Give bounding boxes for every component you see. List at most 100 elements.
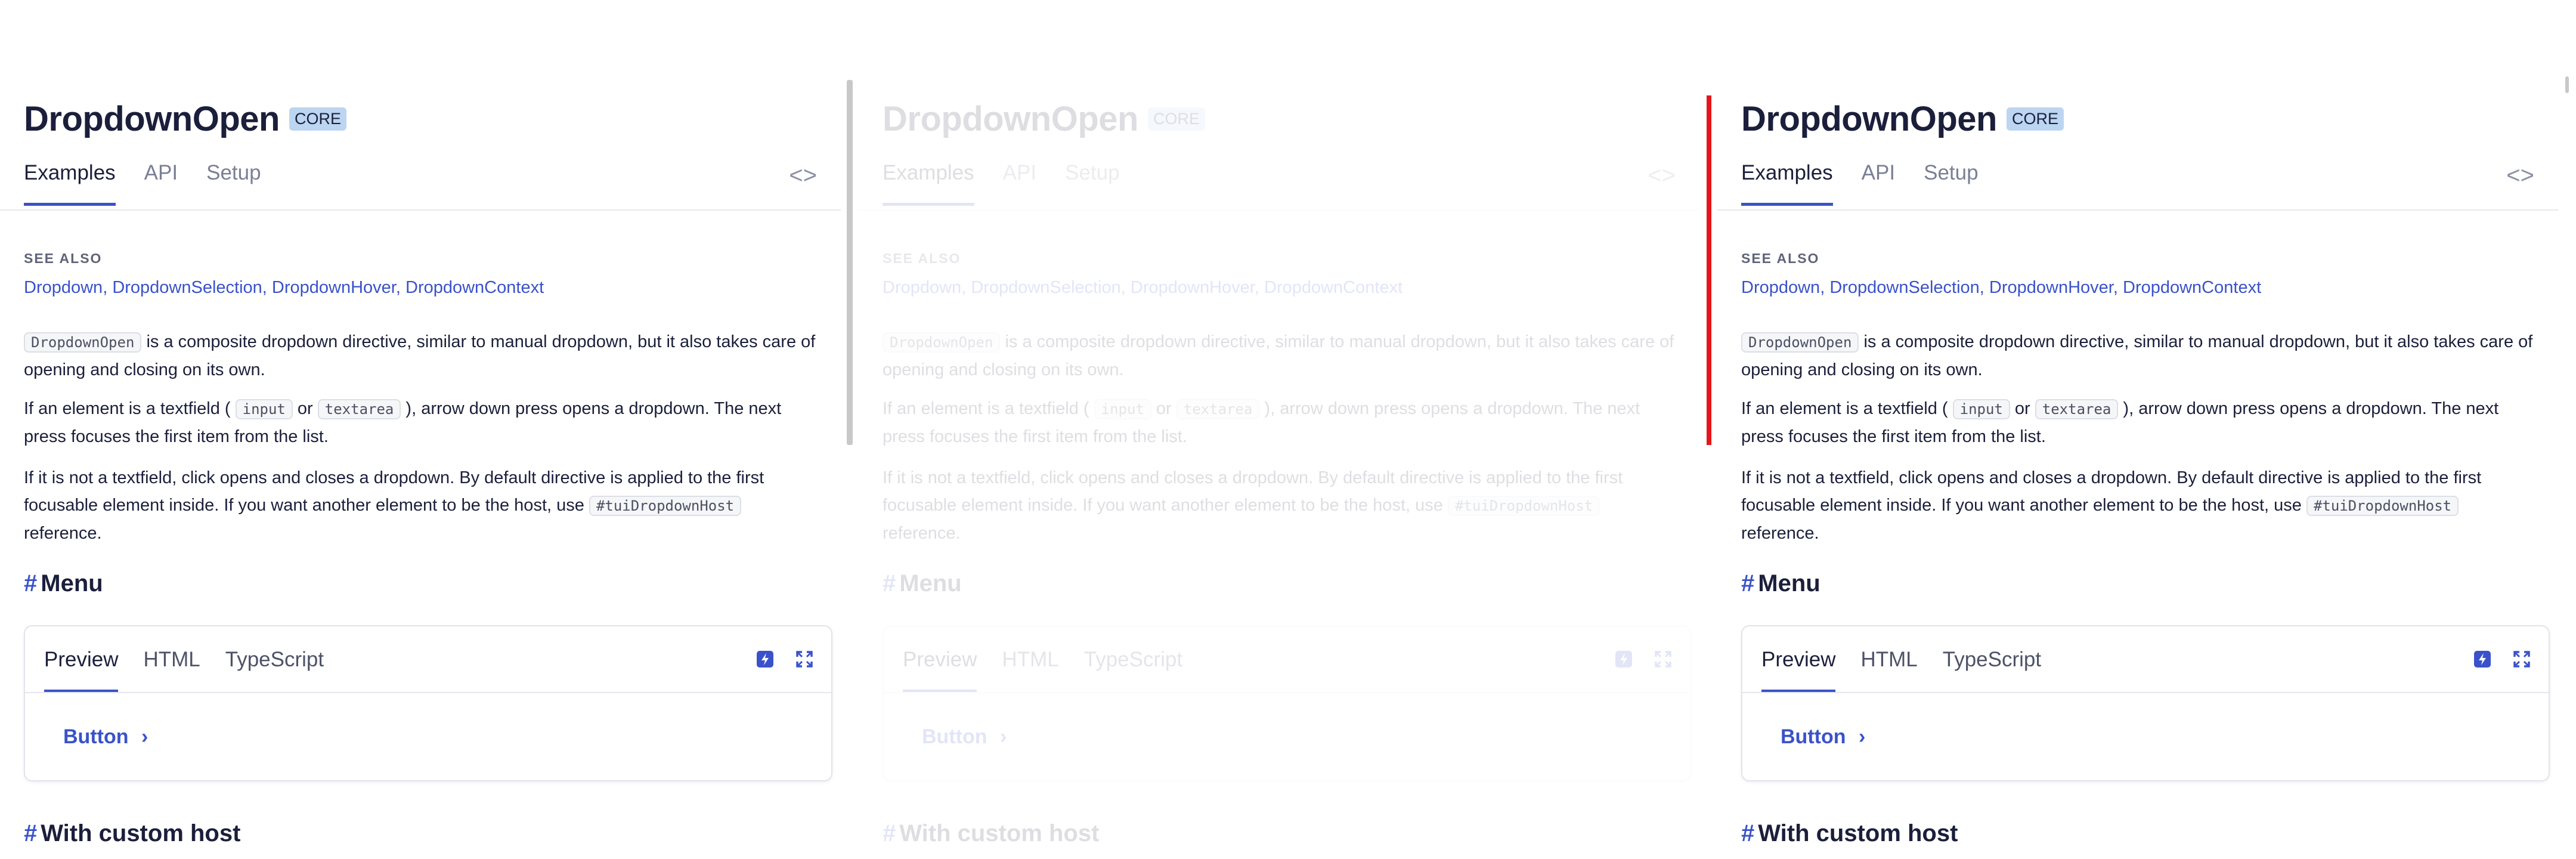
core-badge: CORE: [1147, 107, 1205, 131]
doc-panel-right: DropdownOpen CORE Examples API Setup <> …: [1717, 0, 2558, 859]
link-dropdown[interactable]: Dropdown: [883, 278, 961, 297]
code-toggle-icon[interactable]: <>: [789, 162, 817, 189]
anchor-link[interactable]: #: [883, 820, 896, 846]
see-also-links: Dropdown, DropdownSelection, DropdownHov…: [24, 278, 544, 297]
demo-tabs-divider: [884, 692, 1690, 693]
code-dropdown-host: #tuiDropdownHost: [1447, 496, 1600, 516]
link-dropdown-selection[interactable]: DropdownSelection: [1829, 278, 1979, 297]
link-dropdown[interactable]: Dropdown: [24, 278, 103, 297]
tab-setup[interactable]: Setup: [1065, 161, 1119, 206]
expand-icon[interactable]: [2513, 650, 2531, 668]
lightning-icon[interactable]: [1615, 650, 1633, 668]
tab-setup[interactable]: Setup: [206, 161, 261, 206]
demo-card: Preview HTML TypeScript Button ›: [1741, 625, 2550, 781]
code-dropdown-host: #tuiDropdownHost: [2306, 496, 2459, 516]
section-menu-heading: # Menu: [1741, 570, 1820, 597]
section-custom-host-heading: # With custom host: [1741, 820, 1958, 846]
demo-tabs: Preview HTML TypeScript: [44, 648, 324, 693]
see-also-label: SEE ALSO: [883, 251, 961, 266]
demo-dropdown-button[interactable]: Button ›: [63, 725, 148, 749]
anchor-link[interactable]: #: [1741, 570, 1754, 597]
chevron-right-icon: ›: [141, 725, 148, 748]
description-paragraph-3: If it is not a textfield, click opens an…: [883, 468, 1623, 543]
tab-api[interactable]: API: [1003, 161, 1036, 206]
demo-tabs: Preview HTML TypeScript: [903, 648, 1182, 693]
tab-typescript[interactable]: TypeScript: [1943, 648, 2041, 693]
demo-dropdown-button[interactable]: Button ›: [1781, 725, 1865, 749]
doc-panel-left: DropdownOpen CORE Examples API Setup <> …: [0, 0, 841, 859]
code-toggle-icon[interactable]: <>: [1648, 162, 1676, 189]
section-custom-host-heading: # With custom host: [883, 820, 1100, 846]
chevron-right-icon: ›: [999, 725, 1007, 748]
page-title: DropdownOpen: [1741, 100, 1997, 138]
tabs-divider: [0, 209, 841, 211]
demo-tabs-divider: [25, 692, 831, 693]
demo-card: Preview HTML TypeScript Button ›: [883, 625, 1691, 781]
tab-examples[interactable]: Examples: [883, 161, 974, 206]
tab-typescript[interactable]: TypeScript: [1084, 648, 1182, 693]
lightning-icon[interactable]: [756, 650, 774, 668]
tab-examples[interactable]: Examples: [24, 161, 116, 206]
link-dropdown-selection[interactable]: DropdownSelection: [971, 278, 1120, 297]
core-badge: CORE: [2006, 107, 2064, 131]
page-header: DropdownOpen CORE: [24, 99, 346, 139]
see-also-links: Dropdown, DropdownSelection, DropdownHov…: [1741, 278, 2262, 297]
page-header: DropdownOpen CORE: [1741, 99, 2064, 139]
anchor-link[interactable]: #: [24, 820, 37, 846]
see-also-label: SEE ALSO: [1741, 251, 1820, 266]
demo-tabs-divider: [1742, 692, 2549, 693]
code-textarea: textarea: [317, 399, 401, 419]
tab-preview[interactable]: Preview: [903, 648, 977, 693]
focus-indicator-bar: [1707, 95, 1711, 445]
doc-panel-middle-faded: DropdownOpen CORE Examples API Setup <> …: [859, 0, 1699, 859]
link-dropdown-context[interactable]: DropdownContext: [2123, 278, 2261, 297]
expand-icon[interactable]: [1654, 650, 1672, 668]
code-dropdown-open: DropdownOpen: [883, 332, 1001, 353]
code-dropdown-host: #tuiDropdownHost: [589, 496, 742, 516]
anchor-link[interactable]: #: [883, 570, 896, 597]
code-input: input: [1952, 399, 2010, 419]
section-menu-heading: # Menu: [883, 570, 962, 597]
link-dropdown-selection[interactable]: DropdownSelection: [112, 278, 262, 297]
page-title: DropdownOpen: [24, 100, 280, 138]
tab-typescript[interactable]: TypeScript: [225, 648, 324, 693]
tab-html[interactable]: HTML: [1002, 648, 1058, 693]
tab-api[interactable]: API: [144, 161, 178, 206]
description-paragraph-2: If an element is a textfield ( input or …: [1741, 399, 2499, 446]
tab-html[interactable]: HTML: [143, 648, 200, 693]
code-textarea: textarea: [2035, 399, 2119, 419]
tab-api[interactable]: API: [1862, 161, 1895, 206]
anchor-link[interactable]: #: [1741, 820, 1754, 846]
link-dropdown[interactable]: Dropdown: [1741, 278, 1820, 297]
tabs-divider: [859, 209, 1699, 211]
code-dropdown-open: DropdownOpen: [1741, 332, 1859, 353]
code-textarea: textarea: [1176, 399, 1260, 419]
link-dropdown-hover[interactable]: DropdownHover: [272, 278, 396, 297]
code-toggle-icon[interactable]: <>: [2506, 162, 2534, 189]
code-input: input: [235, 399, 293, 419]
description-paragraph-2: If an element is a textfield ( input or …: [24, 399, 782, 446]
page-tabs: Examples API Setup: [24, 161, 261, 206]
demo-dropdown-button[interactable]: Button ›: [922, 725, 1007, 749]
expand-icon[interactable]: [795, 650, 813, 668]
link-dropdown-hover[interactable]: DropdownHover: [1131, 278, 1255, 297]
code-input: input: [1094, 399, 1151, 419]
lightning-icon[interactable]: [2473, 650, 2491, 668]
tab-examples[interactable]: Examples: [1741, 161, 1833, 206]
link-dropdown-context[interactable]: DropdownContext: [405, 278, 544, 297]
page-tabs: Examples API Setup: [1741, 161, 1979, 206]
link-dropdown-hover[interactable]: DropdownHover: [1989, 278, 2113, 297]
anchor-link[interactable]: #: [24, 570, 37, 597]
see-also-label: SEE ALSO: [24, 251, 103, 266]
description-paragraph-2: If an element is a textfield ( input or …: [883, 399, 1640, 446]
section-menu-heading: # Menu: [24, 570, 103, 597]
tab-preview[interactable]: Preview: [44, 648, 119, 693]
tab-setup[interactable]: Setup: [1924, 161, 1978, 206]
section-custom-host-heading: # With custom host: [24, 820, 241, 846]
window-scrollbar[interactable]: [2565, 76, 2569, 93]
page-title: DropdownOpen: [883, 100, 1138, 138]
panel-scrollbar[interactable]: [847, 80, 853, 445]
link-dropdown-context[interactable]: DropdownContext: [1264, 278, 1402, 297]
tab-html[interactable]: HTML: [1860, 648, 1917, 693]
tab-preview[interactable]: Preview: [1761, 648, 1836, 693]
